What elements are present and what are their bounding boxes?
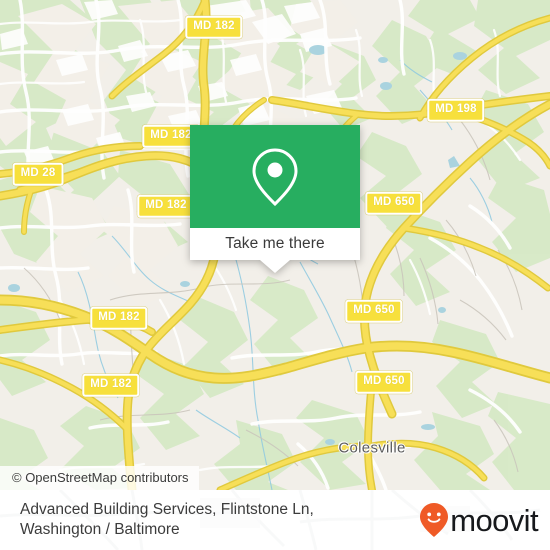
moovit-map-screenshot: MD 182 MD 198 MD 182 MD 28 MD 650 MD 182… xyxy=(0,0,550,550)
take-me-there-button[interactable]: Take me there xyxy=(190,228,360,260)
popup-tail xyxy=(260,260,290,273)
route-shield[interactable]: MD 182 xyxy=(90,306,148,330)
route-shield[interactable]: MD 182 xyxy=(185,15,243,39)
footer-content: Advanced Building Services, Flintstone L… xyxy=(0,490,550,550)
footer-bar: Advanced Building Services, Flintstone L… xyxy=(0,490,550,550)
location-popup-card[interactable]: Take me there xyxy=(190,125,360,273)
map-pin-icon xyxy=(252,147,298,206)
moovit-wordmark: moovit xyxy=(450,502,538,538)
location-title-line2: Washington / Baltimore xyxy=(20,521,180,538)
take-me-there-label: Take me there xyxy=(225,235,325,252)
route-shield[interactable]: MD 198 xyxy=(427,98,485,122)
route-shield[interactable]: MD 182 xyxy=(82,373,140,397)
moovit-pin-icon xyxy=(420,503,449,537)
route-shield[interactable]: MD 28 xyxy=(12,162,64,186)
route-shield[interactable]: MD 650 xyxy=(365,191,423,215)
place-label-colesville: Colesville xyxy=(338,439,406,457)
moovit-logo[interactable]: moovit xyxy=(419,502,539,538)
location-title-line1: Advanced Building Services, Flintstone L… xyxy=(20,501,314,518)
route-shield[interactable]: MD 650 xyxy=(345,299,403,323)
map-canvas[interactable]: MD 182 MD 198 MD 182 MD 28 MD 650 MD 182… xyxy=(0,0,550,490)
location-title: Advanced Building Services, Flintstone L… xyxy=(20,500,400,540)
route-shield[interactable]: MD 182 xyxy=(137,194,195,218)
popup-header xyxy=(190,125,360,228)
osm-attribution[interactable]: © OpenStreetMap contributors xyxy=(0,465,199,490)
route-shield[interactable]: MD 650 xyxy=(355,370,413,394)
